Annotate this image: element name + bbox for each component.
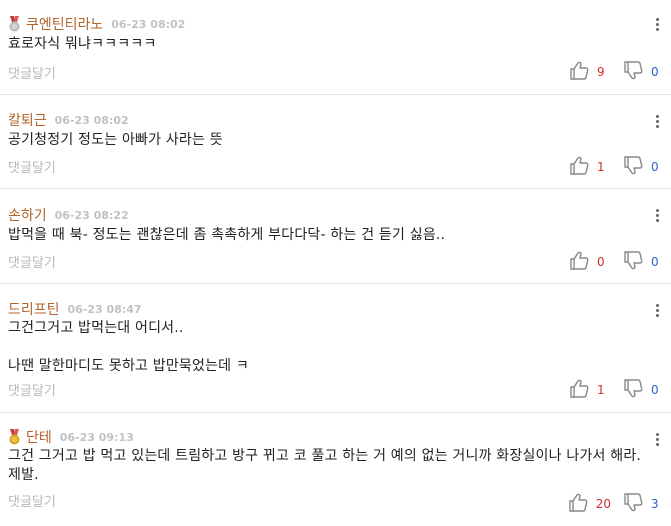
more-vertical-icon[interactable]	[655, 209, 659, 222]
comment-body: 공기청정기 정도는 아빠가 사라는 뜻	[8, 132, 223, 148]
downvote-button[interactable]: 0	[623, 155, 659, 179]
comment-nickname[interactable]: 드리프틴	[8, 299, 60, 319]
downvote-count: 0	[651, 255, 659, 269]
upvote-count: 20	[595, 497, 611, 511]
thumb-up-icon	[569, 61, 589, 84]
comment-nickname[interactable]: 손하기	[8, 205, 47, 225]
thumb-up-icon	[569, 251, 589, 274]
reply-button[interactable]: 댓글달기	[8, 380, 56, 399]
comment-body: 효로자식 뭐냐ㅋㅋㅋㅋㅋ	[8, 36, 157, 52]
thumb-down-icon	[623, 250, 643, 274]
thumb-down-icon	[623, 378, 643, 402]
thumb-down-icon	[623, 492, 643, 516]
downvote-button[interactable]: 0	[623, 378, 659, 402]
more-vertical-icon[interactable]	[655, 304, 659, 317]
silver-medal-icon	[8, 16, 21, 32]
comment-date: 06-23 08:22	[54, 208, 129, 222]
comment-item: 단테 06-23 09:13 그건 그거고 밥 먹고 있는데 트림하고 방구 뀌…	[0, 413, 671, 526]
more-vertical-icon[interactable]	[655, 433, 659, 446]
reply-button[interactable]: 댓글달기	[8, 252, 56, 271]
downvote-count: 0	[651, 160, 659, 174]
comment-header: 손하기 06-23 08:22	[8, 205, 129, 225]
comment-item: 쿠엔틴티라노 06-23 08:02 효로자식 뭐냐ㅋㅋㅋㅋㅋ 댓글달기 9 0	[0, 0, 671, 95]
gold-medal-icon	[8, 429, 21, 445]
comment-header: 드리프틴 06-23 08:47	[8, 299, 142, 319]
comment-body: 그건그거고 밥먹는대 어디서.. 나땐 말한마디도 못하고 밥만묵었는데 ㅋ	[8, 320, 249, 374]
comment-date: 06-23 09:13	[59, 430, 134, 444]
comment-date: 06-23 08:02	[54, 113, 129, 127]
downvote-button[interactable]: 3	[623, 492, 659, 516]
downvote-count: 0	[651, 383, 659, 397]
vote-area: 1 0	[569, 155, 659, 179]
thumb-down-icon	[623, 155, 643, 179]
thumb-up-icon	[569, 156, 589, 179]
upvote-button[interactable]: 0	[569, 251, 611, 274]
comment-header: 칼퇴근 06-23 08:02	[8, 110, 129, 130]
vote-area: 20 3	[568, 492, 659, 516]
comment-nickname[interactable]: 쿠엔틴티라노	[26, 14, 103, 34]
downvote-button[interactable]: 0	[623, 250, 659, 274]
upvote-button[interactable]: 1	[569, 379, 611, 402]
comment-nickname[interactable]: 단테	[26, 427, 52, 447]
comment-body: 밥먹을 때 북- 정도는 괜찮은데 좀 촉촉하게 부다다닥- 하는 건 듣기 싫…	[8, 227, 446, 243]
comment-header: 단테 06-23 09:13	[8, 427, 134, 447]
vote-area: 9 0	[569, 60, 659, 84]
thumb-up-icon	[569, 379, 589, 402]
more-vertical-icon[interactable]	[655, 115, 659, 128]
comment-item: 손하기 06-23 08:22 밥먹을 때 북- 정도는 괜찮은데 좀 촉촉하게…	[0, 189, 671, 284]
more-vertical-icon[interactable]	[655, 18, 659, 31]
upvote-count: 0	[597, 255, 605, 269]
downvote-count: 3	[651, 497, 659, 511]
comment-list: 쿠엔틴티라노 06-23 08:02 효로자식 뭐냐ㅋㅋㅋㅋㅋ 댓글달기 9 0…	[0, 0, 671, 526]
reply-button[interactable]: 댓글달기	[8, 157, 56, 176]
upvote-count: 1	[597, 383, 605, 397]
reply-button[interactable]: 댓글달기	[8, 63, 56, 82]
reply-button[interactable]: 댓글달기	[8, 491, 56, 510]
comment-body: 그건 그거고 밥 먹고 있는데 트림하고 방구 뀌고 코 풀고 하는 거 예의 …	[8, 448, 642, 483]
comment-nickname[interactable]: 칼퇴근	[8, 110, 47, 130]
upvote-count: 1	[597, 160, 605, 174]
comment-date: 06-23 08:47	[67, 302, 142, 316]
upvote-count: 9	[597, 65, 605, 79]
downvote-button[interactable]: 0	[623, 60, 659, 84]
upvote-button[interactable]: 20	[568, 493, 611, 516]
comment-date: 06-23 08:02	[111, 17, 186, 31]
upvote-button[interactable]: 9	[569, 61, 611, 84]
vote-area: 1 0	[569, 378, 659, 402]
comment-item: 칼퇴근 06-23 08:02 공기청정기 정도는 아빠가 사라는 뜻 댓글달기…	[0, 95, 671, 189]
upvote-button[interactable]: 1	[569, 156, 611, 179]
downvote-count: 0	[651, 65, 659, 79]
thumb-up-icon	[568, 493, 588, 516]
thumb-down-icon	[623, 60, 643, 84]
comment-item: 드리프틴 06-23 08:47 그건그거고 밥먹는대 어디서.. 나땐 말한마…	[0, 284, 671, 413]
comment-header: 쿠엔틴티라노 06-23 08:02	[8, 14, 185, 34]
vote-area: 0 0	[569, 250, 659, 274]
